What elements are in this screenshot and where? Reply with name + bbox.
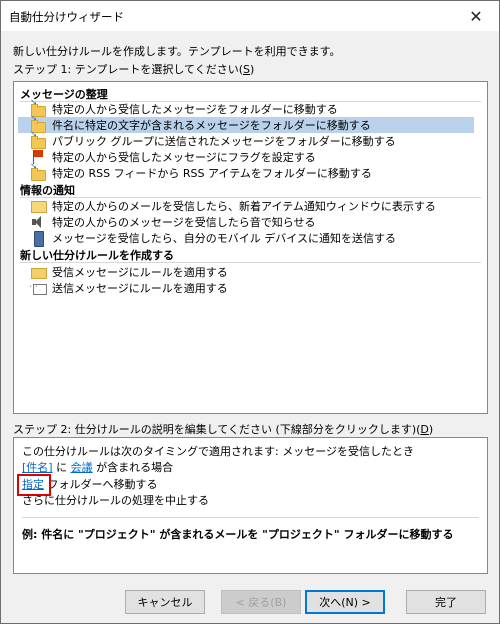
step2-label: ステップ 2: 仕分けルールの説明を編集してください (下線部分をクリックします… [13,421,433,437]
template-item-label: 件名に特定の文字が含まれるメッセージをフォルダーに移動する [52,119,371,132]
template-item-label: 特定の人からのメールを受信したら、新着アイテム通知ウィンドウに表示する [52,200,436,213]
back-button[interactable]: < 戻る(B) [221,590,301,614]
step1-label: ステップ 1: テンプレートを選択してください(S) [13,61,254,77]
step1-label-key: S [243,63,250,76]
intro-text: 新しい仕分けルールを作成します。テンプレートを利用できます。 [13,45,341,58]
template-item-label: メッセージを受信したら、自分のモバイル デバイスに通知を送信する [52,232,396,245]
template-item-move-by-subject[interactable]: ➘ 件名に特定の文字が含まれるメッセージをフォルダーに移動する [18,115,474,133]
template-item-new-item-alert[interactable]: 特定の人からのメールを受信したら、新着アイテム通知ウィンドウに表示する [18,198,474,214]
envelope-icon [30,264,47,280]
template-item-apply-sent[interactable]: 送信メッセージにルールを適用する [18,280,474,296]
keyword-link[interactable]: 会議 [71,461,93,474]
action-tail-text: フォルダーへ移動する [44,478,158,491]
subject-field-link[interactable]: [件名] [22,461,53,474]
template-item-label: 受信メッセージにルールを適用する [52,266,228,279]
step1-label-prefix: ステップ 1: テンプレートを選択してください( [13,63,243,76]
title-bar: 自動仕分けウィザード ✕ [1,1,499,31]
condition-mid-text: に [52,461,71,474]
cancel-button[interactable]: キャンセル [125,590,205,614]
step1-label-suffix: ) [249,63,255,76]
mobile-device-icon [30,230,46,247]
description-line-stop: さらに仕分けルールの処理を中止する [22,494,209,507]
folder-move-icon: ➘ [30,131,46,149]
template-item-label: 特定の人からのメッセージを受信したら音で知らせる [52,216,316,229]
template-item-label: 特定の人から受信したメッセージにフラグを設定する [52,151,316,164]
group-divider [20,262,481,263]
step2-label-suffix: ) [428,423,434,436]
template-item-label: 特定の人から受信したメッセージをフォルダーに移動する [52,103,338,116]
group-header-notify: 情報の通知 [20,184,75,197]
template-item-move-public-group[interactable]: ➘ パブリック グループに送信されたメッセージをフォルダーに移動する [18,131,474,149]
speaker-icon [30,214,46,230]
template-item-play-sound[interactable]: 特定の人からのメッセージを受信したら音で知らせる [18,214,474,230]
condition-tail-text: が含まれる場合 [92,461,174,474]
description-divider [22,517,479,518]
new-mail-alert-icon [30,198,47,214]
template-list[interactable]: メッセージの整理 ➘ 特定の人から受信したメッセージをフォルダーに移動する ➘ … [13,81,488,414]
folder-move-icon: ➘ [30,163,46,181]
description-line-condition: [件名] に 会議 が含まれる場合 [22,459,173,475]
rules-wizard-window: 自動仕分けウィザード ✕ 新しい仕分けルールを作成します。テンプレートを利用でき… [0,0,500,624]
template-item-move-from-person[interactable]: ➘ 特定の人から受信したメッセージをフォルダーに移動する [18,99,474,117]
step2-label-prefix: ステップ 2: 仕分けルールの説明を編集してください (下線部分をクリックします… [13,423,421,436]
close-button[interactable]: ✕ [453,1,499,31]
step2-label-key: D [420,423,429,436]
template-item-label: パブリック グループに送信されたメッセージをフォルダーに移動する [52,135,396,148]
outbox-icon [29,280,47,296]
example-text: 例: 件名に "プロジェクト" が含まれるメールを "プロジェクト" フォルダー… [22,528,454,541]
template-item-label: 送信メッセージにルールを適用する [52,282,228,295]
next-button[interactable]: 次へ(N) > [305,590,385,614]
template-item-label: 特定の RSS フィードから RSS アイテムをフォルダーに移動する [52,167,372,180]
rule-description-box: この仕分けルールは次のタイミングで適用されます: メッセージを受信したとき [件… [13,437,488,574]
template-item-flag-from-person[interactable]: 特定の人から受信したメッセージにフラグを設定する [18,149,474,165]
group-header-blank-rule: 新しい仕分けルールを作成する [20,249,174,262]
description-line-trigger: この仕分けルールは次のタイミングで適用されます: メッセージを受信したとき [22,445,414,458]
template-item-move-rss[interactable]: ➘ 特定の RSS フィードから RSS アイテムをフォルダーに移動する [18,163,474,181]
finish-button[interactable]: 完了 [406,590,486,614]
close-icon: ✕ [469,6,483,26]
template-item-apply-received[interactable]: 受信メッセージにルールを適用する [18,264,474,280]
window-title: 自動仕分けウィザード [9,10,124,24]
template-item-mobile-alert[interactable]: メッセージを受信したら、自分のモバイル デバイスに通知を送信する [18,230,474,247]
